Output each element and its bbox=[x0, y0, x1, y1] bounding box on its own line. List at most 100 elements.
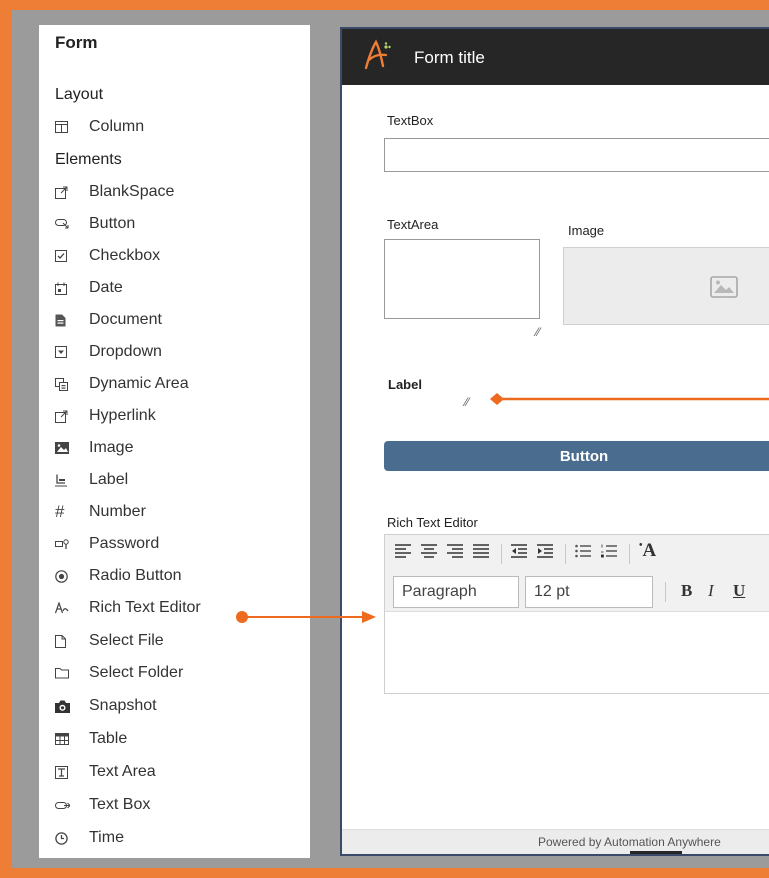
palette-item-label: Number bbox=[89, 503, 146, 520]
palette-item-label: Dropdown bbox=[89, 343, 162, 360]
palette-item-document[interactable]: Document bbox=[55, 306, 162, 334]
hyperlink-icon bbox=[55, 410, 77, 423]
rich-text-editor[interactable]: •A Paragraph 12 pt B I U bbox=[384, 534, 769, 694]
automation-anywhere-logo-icon bbox=[362, 39, 394, 76]
label-resize-handle-icon[interactable]: ⁄⁄ bbox=[465, 395, 469, 409]
palette-item-dropdown[interactable]: Dropdown bbox=[55, 338, 162, 366]
palette-item-image[interactable]: Image bbox=[55, 434, 133, 462]
bullet-list-icon[interactable] bbox=[575, 542, 591, 563]
palette-item-label: Text Area bbox=[89, 763, 156, 780]
palette-item-label: Select File bbox=[89, 632, 164, 649]
palette-item-snapshot[interactable]: Snapshot bbox=[55, 692, 157, 720]
rte-toolbar-format: Paragraph 12 pt B I U bbox=[385, 573, 769, 612]
align-left-icon[interactable] bbox=[395, 542, 411, 563]
underline-button[interactable]: U bbox=[733, 581, 745, 601]
toolbar-separator bbox=[565, 544, 566, 564]
palette-item-hyperlink[interactable]: Hyperlink bbox=[55, 402, 156, 430]
palette-item-label: Document bbox=[89, 311, 162, 328]
palette-item-table[interactable]: Table bbox=[55, 725, 127, 753]
camera-icon bbox=[55, 700, 77, 713]
palette-item-label: Dynamic Area bbox=[89, 375, 189, 392]
palette-item-label: Checkbox bbox=[89, 247, 161, 264]
layout-section-label: Layout bbox=[55, 86, 104, 103]
footer-scroll-indicator bbox=[630, 851, 682, 854]
italic-button[interactable]: I bbox=[708, 581, 714, 601]
image-placeholder-icon bbox=[710, 276, 738, 303]
paragraph-style-select[interactable]: Paragraph bbox=[393, 576, 519, 608]
palette-item-label[interactable]: Label bbox=[55, 466, 128, 494]
password-icon bbox=[55, 538, 77, 550]
radio-icon bbox=[55, 569, 77, 583]
indent-icon[interactable] bbox=[537, 542, 553, 563]
font-format-glyph: A bbox=[642, 540, 657, 561]
palette-item-radio-button[interactable]: Radio Button bbox=[55, 562, 182, 590]
resize-handle-icon[interactable]: ⁄⁄ bbox=[536, 325, 540, 339]
form-preview-panel: Form title TextBox TextArea ⁄⁄ Image Lab… bbox=[340, 27, 769, 856]
textarea-label: TextArea bbox=[387, 217, 439, 232]
palette-item-date[interactable]: Date bbox=[55, 274, 123, 302]
palette-item-text-box[interactable]: Text Box bbox=[55, 791, 150, 819]
palette-item-select-folder[interactable]: Select Folder bbox=[55, 659, 183, 687]
hash-icon: # bbox=[55, 502, 65, 521]
palette-item-label: Column bbox=[89, 118, 145, 135]
bold-button[interactable]: B bbox=[681, 581, 692, 601]
textbox-input[interactable] bbox=[384, 138, 769, 172]
palette-item-label: Time bbox=[89, 829, 124, 846]
palette-item-blankspace[interactable]: BlankSpace bbox=[55, 178, 174, 206]
powered-by-text: Powered by Automation Anywhere bbox=[538, 835, 721, 849]
palette-item-label: Text Box bbox=[89, 796, 151, 813]
align-right-icon[interactable] bbox=[447, 542, 463, 563]
numbered-list-icon[interactable] bbox=[601, 542, 617, 563]
label-icon bbox=[55, 474, 77, 487]
textbox-label: TextBox bbox=[387, 113, 434, 128]
form-title: Form title bbox=[414, 48, 485, 67]
palette-item-rich-text-editor[interactable]: Rich Text Editor bbox=[55, 594, 201, 622]
palette-item-button[interactable]: Button bbox=[55, 210, 135, 238]
form-button[interactable]: Button bbox=[384, 441, 769, 471]
align-center-icon[interactable] bbox=[421, 542, 437, 563]
palette-item-number[interactable]: # Number bbox=[55, 498, 146, 526]
label-element-text: Label bbox=[388, 377, 422, 392]
palette-item-time[interactable]: Time bbox=[55, 824, 124, 852]
checkbox-icon bbox=[55, 250, 77, 262]
palette-item-label: Table bbox=[89, 730, 128, 747]
font-format-icon[interactable]: •A bbox=[639, 540, 656, 562]
textarea-input[interactable] bbox=[384, 239, 540, 319]
palette-item-label: Button bbox=[89, 215, 136, 232]
text-box-icon bbox=[55, 800, 77, 811]
text-area-icon bbox=[55, 765, 77, 779]
form-header: Form title bbox=[342, 29, 769, 85]
rich-text-editor-label: Rich Text Editor bbox=[387, 515, 478, 530]
folder-icon bbox=[55, 667, 77, 679]
palette-item-password[interactable]: Password bbox=[55, 530, 159, 558]
palette-item-text-area[interactable]: Text Area bbox=[55, 758, 156, 786]
toolbar-separator bbox=[629, 544, 630, 564]
palette-item-label: Snapshot bbox=[89, 697, 157, 714]
file-icon bbox=[55, 634, 77, 648]
rich-text-icon bbox=[55, 602, 77, 614]
palette-item-label: Date bbox=[89, 279, 123, 296]
palette-item-dynamic-area[interactable]: Dynamic Area bbox=[55, 370, 189, 398]
toolbar-separator bbox=[501, 544, 502, 564]
palette-item-checkbox[interactable]: Checkbox bbox=[55, 242, 160, 270]
palette-item-label: Select Folder bbox=[89, 664, 184, 681]
palette-item-column[interactable]: Column bbox=[55, 113, 144, 141]
clock-icon bbox=[55, 831, 77, 845]
calendar-icon bbox=[55, 282, 77, 295]
image-label: Image bbox=[568, 223, 605, 238]
image-placeholder bbox=[563, 247, 769, 325]
palette-item-select-file[interactable]: Select File bbox=[55, 627, 164, 655]
palette-item-label: Hyperlink bbox=[89, 407, 156, 424]
rte-toolbar-alignment: •A bbox=[385, 535, 769, 574]
align-justify-icon[interactable] bbox=[473, 542, 489, 563]
elements-section-label: Elements bbox=[55, 151, 122, 168]
button-icon bbox=[55, 218, 77, 230]
palette-item-label: Image bbox=[89, 439, 134, 456]
form-footer: Powered by Automation Anywhere bbox=[342, 829, 769, 854]
font-size-select[interactable]: 12 pt bbox=[525, 576, 653, 608]
document-icon bbox=[55, 314, 77, 327]
palette-item-label: Password bbox=[89, 535, 160, 552]
column-icon bbox=[55, 121, 77, 133]
outdent-icon[interactable] bbox=[511, 542, 527, 563]
palette-item-label: Label bbox=[89, 471, 129, 488]
